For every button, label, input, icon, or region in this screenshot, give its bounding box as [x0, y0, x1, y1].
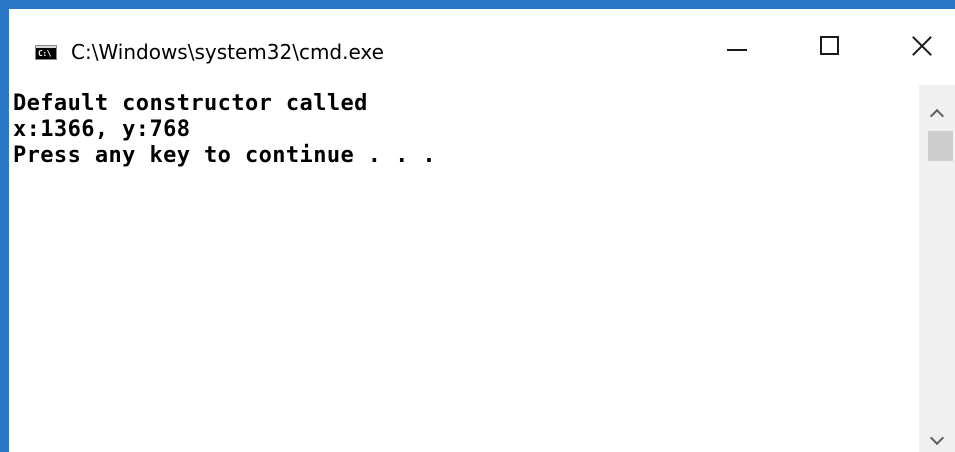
scroll-thumb[interactable]: [928, 131, 953, 161]
maximize-button[interactable]: [774, 9, 866, 85]
cmd-window: C:\ C:\Windows\system32\cmd.exe Default …: [0, 0, 955, 452]
cmd-prompt-icon[interactable]: C:\: [35, 45, 57, 60]
close-icon: [911, 35, 933, 57]
maximize-icon: [820, 36, 839, 55]
title-bar[interactable]: C:\ C:\Windows\system32\cmd.exe: [9, 9, 955, 85]
window-title: C:\Windows\system32\cmd.exe: [71, 40, 384, 64]
chevron-down-icon: [929, 430, 945, 446]
minimize-icon: [727, 49, 747, 51]
scroll-down-button[interactable]: [919, 425, 955, 452]
minimize-button[interactable]: [682, 9, 774, 85]
scroll-up-button[interactable]: [919, 97, 955, 131]
console-line: Press any key to continue . . .: [13, 143, 436, 168]
cmd-prompt-icon-text: C:\: [38, 49, 51, 58]
vertical-scrollbar[interactable]: [919, 85, 955, 452]
close-button[interactable]: [866, 9, 955, 85]
console-line: Default constructor called: [13, 91, 368, 116]
chevron-up-icon: [929, 108, 945, 124]
console-line: x:1366, y:768: [13, 117, 191, 142]
console-output[interactable]: Default constructor called x:1366, y:768…: [9, 85, 919, 452]
